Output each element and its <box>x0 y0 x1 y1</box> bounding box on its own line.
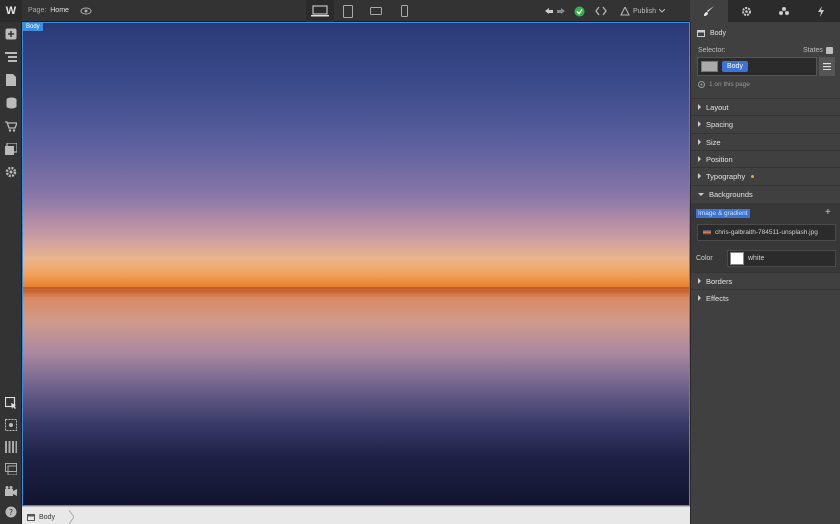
caret-right-icon <box>698 173 701 179</box>
image-thumbnail-icon <box>703 230 711 235</box>
grid-guides-icon[interactable] <box>4 440 18 454</box>
target-icon <box>698 81 705 88</box>
ecommerce-cart-icon[interactable] <box>4 119 18 133</box>
publish-icon <box>620 6 630 15</box>
section-position[interactable]: Position <box>691 150 840 167</box>
color-swatch[interactable] <box>730 252 744 265</box>
caret-down-icon <box>698 192 704 196</box>
image-gradient-label: Image & gradient <box>696 209 750 218</box>
caret-right-icon <box>698 278 701 284</box>
design-canvas[interactable]: Body <box>22 22 690 506</box>
left-toolbar: ? <box>0 22 22 524</box>
settings-gear-icon[interactable] <box>4 165 18 179</box>
publish-button[interactable]: Publish <box>614 0 671 22</box>
svg-text:?: ? <box>9 508 13 517</box>
caret-right-icon <box>698 104 701 110</box>
on-page-text: 1 on this page <box>709 81 750 88</box>
caret-right-icon <box>698 139 701 145</box>
background-layer-item[interactable]: chris-galbraith-784511-unsplash.jpg <box>697 224 836 241</box>
mobile-portrait-device-icon[interactable] <box>390 0 418 22</box>
desktop-device-icon[interactable] <box>306 0 334 22</box>
caret-right-icon <box>698 156 701 162</box>
publish-label: Publish <box>633 7 656 15</box>
section-label: Effects <box>706 293 729 303</box>
states-label: States <box>803 47 823 54</box>
undo-redo-icon[interactable] <box>540 0 570 22</box>
page-name: Home <box>50 7 69 14</box>
layer-filename: chris-galbraith-784511-unsplash.jpg <box>715 229 818 236</box>
video-tutorials-icon[interactable] <box>4 484 18 498</box>
breadcrumb: Body <box>22 506 690 524</box>
breadcrumb-chevron-icon <box>68 510 74 524</box>
section-typography[interactable]: Typography <box>691 167 840 184</box>
style-panel: Body Selector: States Body 1 on this pag… <box>690 22 840 524</box>
section-borders[interactable]: Borders <box>691 272 840 289</box>
caret-right-icon <box>698 295 701 301</box>
assets-images-icon[interactable] <box>4 142 18 156</box>
tablet-device-icon[interactable] <box>334 0 362 22</box>
section-label: Layout <box>706 102 729 112</box>
add-element-plus-icon[interactable] <box>4 27 18 41</box>
background-color-field[interactable]: white <box>727 250 836 267</box>
section-backgrounds[interactable]: Backgrounds <box>691 185 840 202</box>
help-question-icon[interactable]: ? <box>4 505 18 519</box>
tab-interactions-bolt-icon[interactable] <box>803 0 840 22</box>
pages-icon[interactable] <box>4 73 18 87</box>
color-label: Color <box>696 255 713 262</box>
mobile-landscape-device-icon[interactable] <box>362 0 390 22</box>
breadcrumb-item-body[interactable]: Body <box>27 510 74 524</box>
panel-tabs <box>690 0 840 22</box>
section-label: Borders <box>706 276 733 286</box>
navigator-icon[interactable] <box>4 50 18 64</box>
selected-element-tag: Body <box>23 23 43 31</box>
selector-usage-count: 1 on this page <box>698 81 750 88</box>
horizon-line <box>23 287 689 290</box>
tab-settings-gear-icon[interactable] <box>728 0 766 22</box>
top-bar: W Page: Home Publish <box>0 0 840 22</box>
section-effects[interactable]: Effects <box>691 289 840 306</box>
selector-label: Selector: <box>698 47 726 54</box>
section-label: Size <box>706 137 721 147</box>
modified-dot-icon <box>751 174 755 178</box>
section-size[interactable]: Size <box>691 133 840 150</box>
color-value: white <box>748 255 765 262</box>
states-chevron-icon <box>825 47 833 54</box>
page-selector[interactable]: Page: Home <box>28 7 69 14</box>
code-export-icon[interactable] <box>588 0 614 22</box>
x-ray-mode-icon[interactable] <box>4 462 18 476</box>
body-tag-label: Body <box>26 24 40 30</box>
selector-element-icon <box>701 61 718 72</box>
selector-input[interactable]: Body <box>697 57 817 76</box>
toolbar-right: Publish <box>540 0 671 22</box>
section-label: Typography <box>706 171 746 181</box>
tab-style-brush-icon[interactable] <box>690 0 728 22</box>
list-icon <box>823 63 831 70</box>
status-check-icon[interactable] <box>570 0 588 22</box>
webflow-logo[interactable]: W <box>0 0 22 22</box>
selector-pill[interactable]: Body <box>722 61 748 72</box>
section-spacing[interactable]: Spacing <box>691 115 840 132</box>
states-dropdown[interactable]: States <box>803 47 833 54</box>
panel-title: Body <box>710 30 726 37</box>
section-label: Backgrounds <box>709 189 753 199</box>
device-switcher <box>306 0 418 22</box>
body-element-icon <box>697 30 705 37</box>
tab-interactions-drops-icon[interactable] <box>765 0 803 22</box>
preview-box-icon[interactable] <box>4 418 18 432</box>
breadcrumb-label: Body <box>39 513 55 521</box>
panel-header: Body <box>697 30 726 37</box>
caret-right-icon <box>698 121 701 127</box>
chevron-down-icon <box>658 9 665 13</box>
selector-menu-button[interactable] <box>819 57 835 76</box>
section-label: Position <box>706 154 733 164</box>
cms-database-icon[interactable] <box>4 96 18 110</box>
body-element-icon <box>27 513 35 521</box>
section-label: Spacing <box>706 119 734 129</box>
select-element-cursor-icon[interactable] <box>4 396 18 410</box>
section-layout[interactable]: Layout <box>691 98 840 115</box>
page-prefix: Page: <box>28 7 47 14</box>
preview-eye-icon[interactable] <box>80 5 92 17</box>
add-background-plus-icon[interactable]: + <box>825 207 831 218</box>
